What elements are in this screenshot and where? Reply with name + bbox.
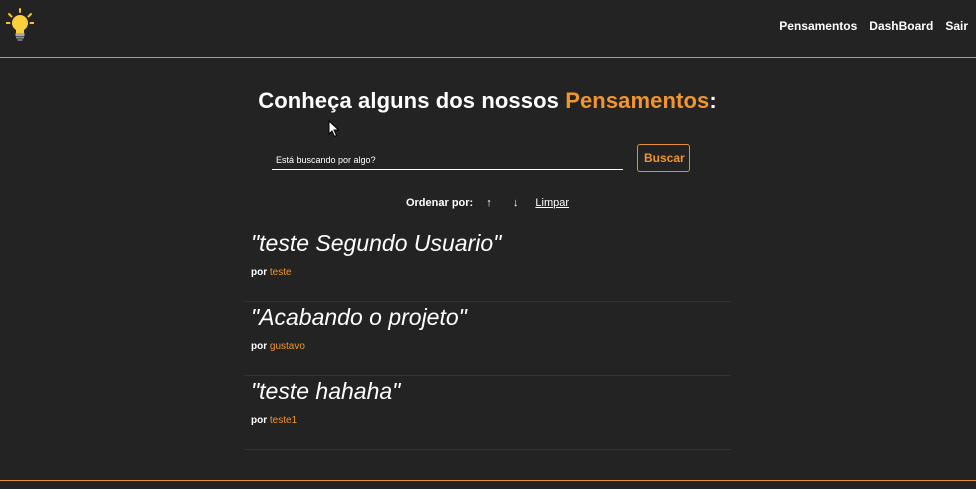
search-form: Buscar	[272, 144, 692, 174]
author-name: teste1	[269, 415, 298, 426]
thought-text: "teste Segundo Usuario"	[251, 230, 502, 256]
order-controls: Ordenar por: ↑ ↓ Limpar	[244, 197, 731, 209]
thought-by-label: por	[251, 341, 268, 352]
thought-text: "Acabando o projeto"	[251, 304, 467, 330]
page-title: Conheça alguns dos nossos Pensamentos:	[244, 88, 731, 114]
thought-item: "teste hahaha" por teste1	[244, 376, 731, 450]
thought-author: por teste	[251, 267, 731, 278]
nav-link-pensamentos[interactable]: Pensamentos	[779, 19, 857, 33]
thoughts-list: "teste Segundo Usuario" por teste "Acaba…	[244, 228, 731, 450]
title-accent: Pensamentos	[565, 88, 710, 113]
footer-divider	[0, 480, 976, 481]
thought-author: por gustavo	[251, 341, 731, 352]
author-name: gustavo	[269, 341, 305, 352]
nav-link-sair[interactable]: Sair	[945, 19, 968, 33]
order-label: Ordenar por:	[405, 197, 474, 209]
search-button[interactable]: Buscar	[637, 144, 690, 172]
title-suffix: :	[709, 88, 717, 113]
thought-item: "Acabando o projeto" por gustavo	[244, 302, 731, 376]
nav-links: Pensamentos DashBoard Sair	[779, 19, 968, 33]
title-prefix: Conheça alguns dos nossos	[258, 88, 566, 113]
thought-by-label: por	[251, 267, 268, 278]
thought-item: "teste Segundo Usuario" por teste	[244, 228, 731, 302]
thought-by-label: por	[251, 415, 268, 426]
thought-text: "teste hahaha"	[251, 378, 401, 404]
thought-author: por teste1	[251, 415, 731, 426]
lightbulb-icon[interactable]	[6, 8, 34, 42]
navbar: Pensamentos DashBoard Sair	[0, 0, 976, 58]
mouse-cursor-icon	[328, 120, 340, 138]
sort-asc-icon[interactable]: ↑	[486, 197, 492, 209]
main-content: Conheça alguns dos nossos Pensamentos: B…	[244, 88, 731, 450]
search-input[interactable]	[272, 150, 623, 170]
clear-link[interactable]: Limpar	[535, 197, 569, 209]
nav-link-dashboard[interactable]: DashBoard	[869, 19, 933, 33]
author-name: teste	[269, 267, 292, 278]
sort-desc-icon[interactable]: ↓	[513, 197, 519, 209]
